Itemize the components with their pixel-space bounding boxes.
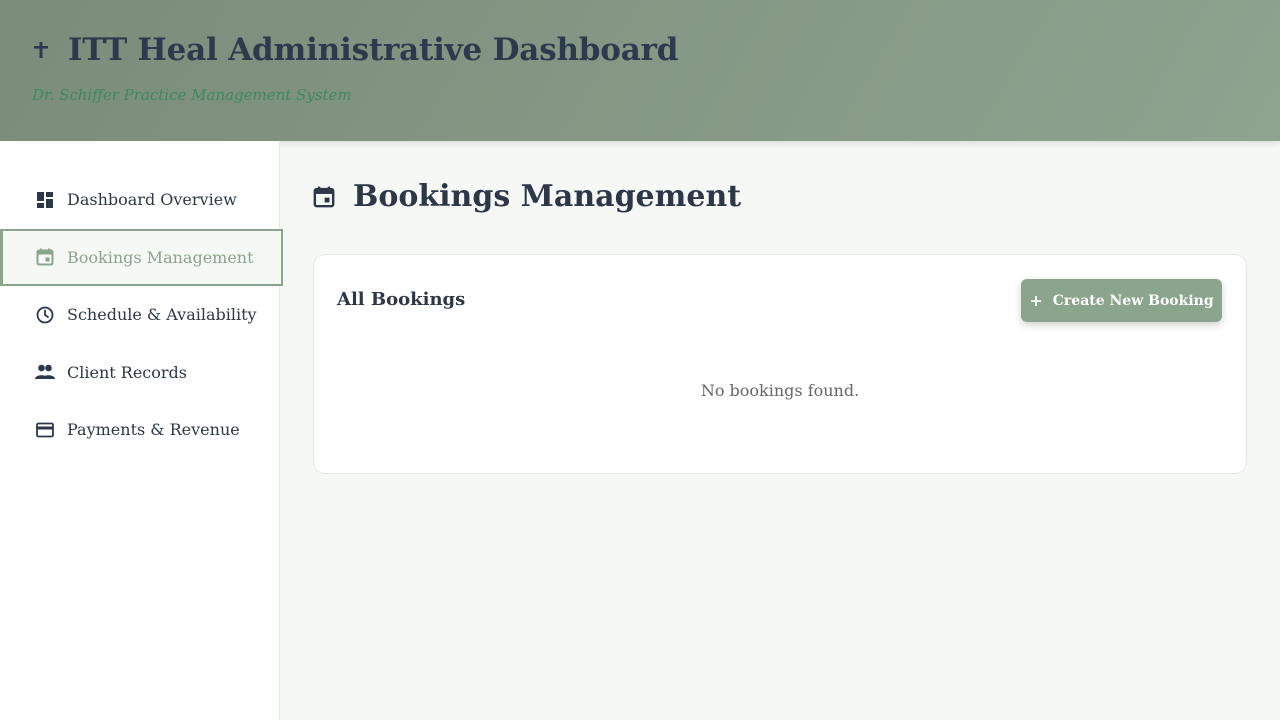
plus-icon: + (1029, 291, 1043, 310)
sidebar-item-label: Bookings Management (67, 247, 254, 267)
main-content: Bookings Management All Bookings + Creat… (280, 141, 1280, 720)
page-title: Bookings Management (353, 179, 742, 214)
page-header: Bookings Management (313, 179, 741, 214)
create-new-booking-button[interactable]: + Create New Booking (1021, 279, 1222, 322)
sidebar-item-client-records[interactable]: Client Records (0, 344, 283, 402)
calendar-icon (313, 186, 335, 208)
sidebar-item-label: Client Records (67, 362, 187, 382)
sidebar-item-bookings-management[interactable]: Bookings Management (0, 228, 283, 286)
sidebar: Dashboard Overview Bookings Management S… (0, 141, 283, 720)
sidebar-item-schedule-availability[interactable]: Schedule & Availability (0, 286, 283, 344)
credit-card-icon (35, 420, 55, 440)
clock-icon (35, 305, 55, 325)
sidebar-item-dashboard-overview[interactable]: Dashboard Overview (0, 171, 283, 229)
sidebar-item-label: Dashboard Overview (67, 190, 237, 210)
sidebar-item-label: Schedule & Availability (67, 305, 257, 325)
create-button-label: Create New Booking (1052, 292, 1214, 309)
app-subtitle: Dr. Schiffer Practice Management System (32, 86, 352, 104)
sidebar-item-label: Payments & Revenue (67, 420, 240, 440)
calendar-icon (35, 247, 55, 267)
people-icon (35, 362, 55, 382)
sidebar-item-payments-revenue[interactable]: Payments & Revenue (0, 401, 283, 459)
card-title: All Bookings (337, 289, 466, 310)
empty-state-message: No bookings found. (700, 381, 860, 400)
app-title: ITT Heal Administrative Dashboard (68, 32, 679, 68)
brand: ITT Heal Administrative Dashboard (32, 30, 678, 70)
sidebar-nav: Dashboard Overview Bookings Management S… (0, 171, 283, 459)
cross-icon (32, 30, 52, 70)
dashboard-icon (35, 190, 55, 210)
bookings-card: All Bookings + Create New Booking No boo… (313, 254, 1247, 474)
app-header: ITT Heal Administrative Dashboard Dr. Sc… (0, 0, 1280, 141)
